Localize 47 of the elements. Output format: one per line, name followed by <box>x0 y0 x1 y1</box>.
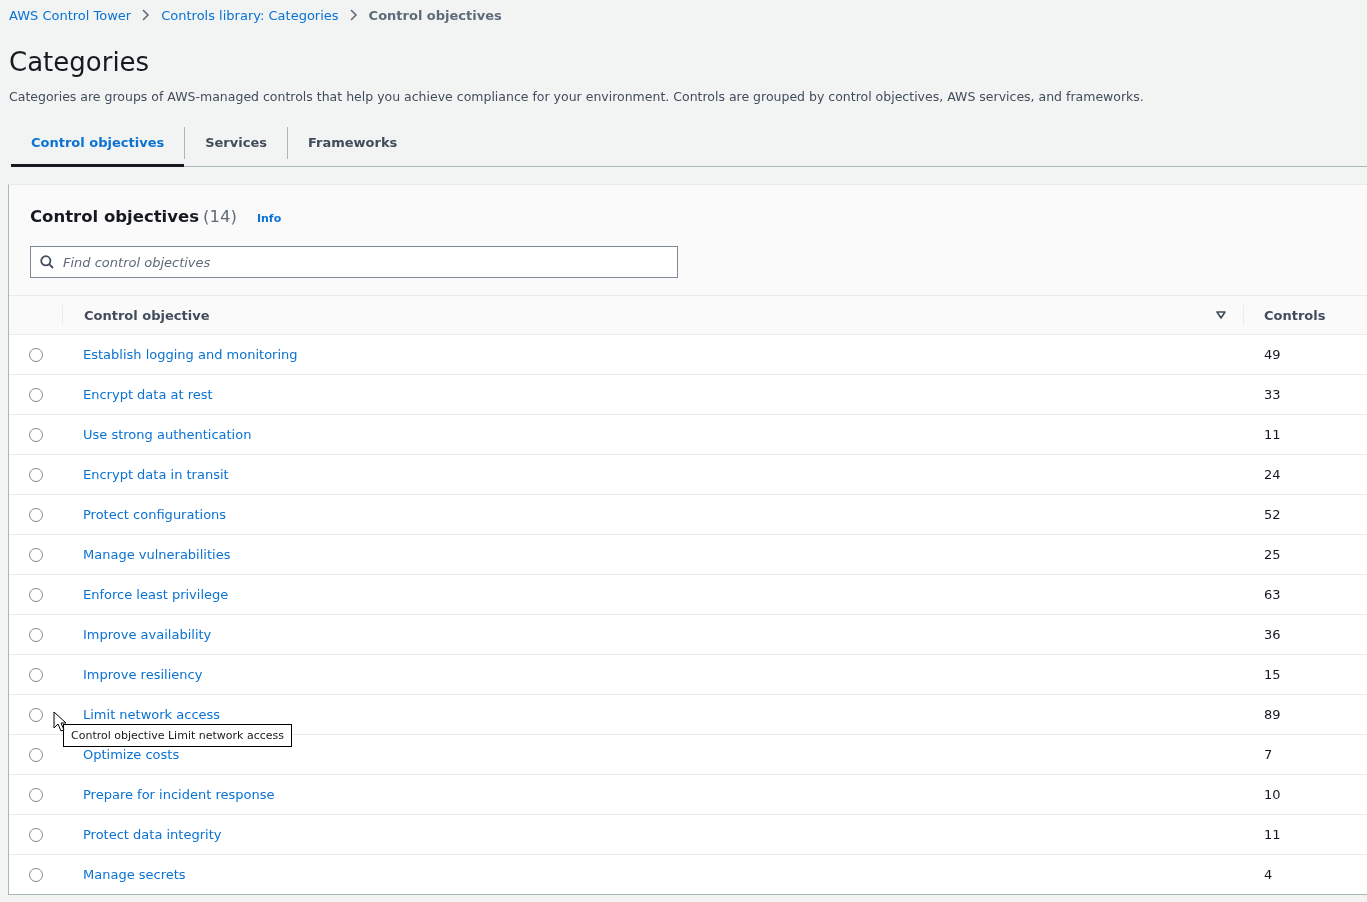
breadcrumb-current: Control objectives <box>368 7 502 23</box>
item-count: (14) <box>203 207 237 226</box>
breadcrumb-link[interactable]: AWS Control Tower <box>9 7 132 23</box>
column-header: Control objective <box>84 307 210 323</box>
controls-count: 10 <box>1264 787 1281 802</box>
controls-count: 33 <box>1264 387 1281 402</box>
chevron-right-icon <box>349 9 358 21</box>
search-field[interactable]: Find control objectives <box>30 246 678 278</box>
controls-count: 49 <box>1264 347 1281 362</box>
objective-link[interactable]: Use strong authentication <box>83 427 252 442</box>
mouse-cursor-icon <box>53 711 67 733</box>
controls-count: 63 <box>1264 587 1281 602</box>
panel-title: Control objectives <box>30 207 200 226</box>
controls-count: 11 <box>1264 427 1281 442</box>
objective-link[interactable]: Manage secrets <box>83 867 186 882</box>
objective-link[interactable]: Improve resiliency <box>83 667 203 682</box>
column-header: Controls <box>1264 307 1326 323</box>
controls-count: 11 <box>1264 827 1281 842</box>
chevron-right-icon <box>142 9 151 21</box>
tooltip: Control objective Limit network access <box>63 724 292 747</box>
page-title: Categories <box>9 46 151 78</box>
objective-link[interactable]: Encrypt data in transit <box>83 467 229 482</box>
controls-count: 36 <box>1264 627 1281 642</box>
objective-link[interactable]: Protect data integrity <box>83 827 222 842</box>
objective-link[interactable]: Prepare for incident response <box>83 787 275 802</box>
objective-link[interactable]: Establish logging and monitoring <box>83 347 298 362</box>
objective-link[interactable]: Encrypt data at rest <box>83 387 213 402</box>
controls-count: 89 <box>1264 707 1281 722</box>
objective-link[interactable]: Enforce least privilege <box>83 587 229 602</box>
objective-link[interactable]: Improve availability <box>83 627 212 642</box>
sort-caret-icon <box>1216 311 1226 319</box>
page-description: Categories are groups of AWS-managed controls that help you achieve compliance for your environment. Controls are grouped by control objectives, AWS services, and frameworks. <box>9 89 1145 104</box>
tab[interactable]: Services <box>185 120 287 167</box>
tab[interactable]: Control objectives <box>11 120 185 167</box>
info-link[interactable]: Info <box>256 212 282 225</box>
breadcrumb-link[interactable]: Controls library: Categories <box>161 7 339 23</box>
controls-count: 15 <box>1264 667 1281 682</box>
objective-link[interactable]: Optimize costs <box>83 747 180 762</box>
objective-link[interactable]: Protect configurations <box>83 507 227 522</box>
controls-count: 24 <box>1264 467 1281 482</box>
controls-count: 4 <box>1264 867 1273 882</box>
objective-link[interactable]: Manage vulnerabilities <box>83 547 231 562</box>
controls-count: 25 <box>1264 547 1281 562</box>
tab[interactable]: Frameworks <box>288 120 418 167</box>
objective-link[interactable]: Limit network access <box>83 707 221 722</box>
controls-count: 7 <box>1264 747 1273 762</box>
controls-count: 52 <box>1264 507 1281 522</box>
